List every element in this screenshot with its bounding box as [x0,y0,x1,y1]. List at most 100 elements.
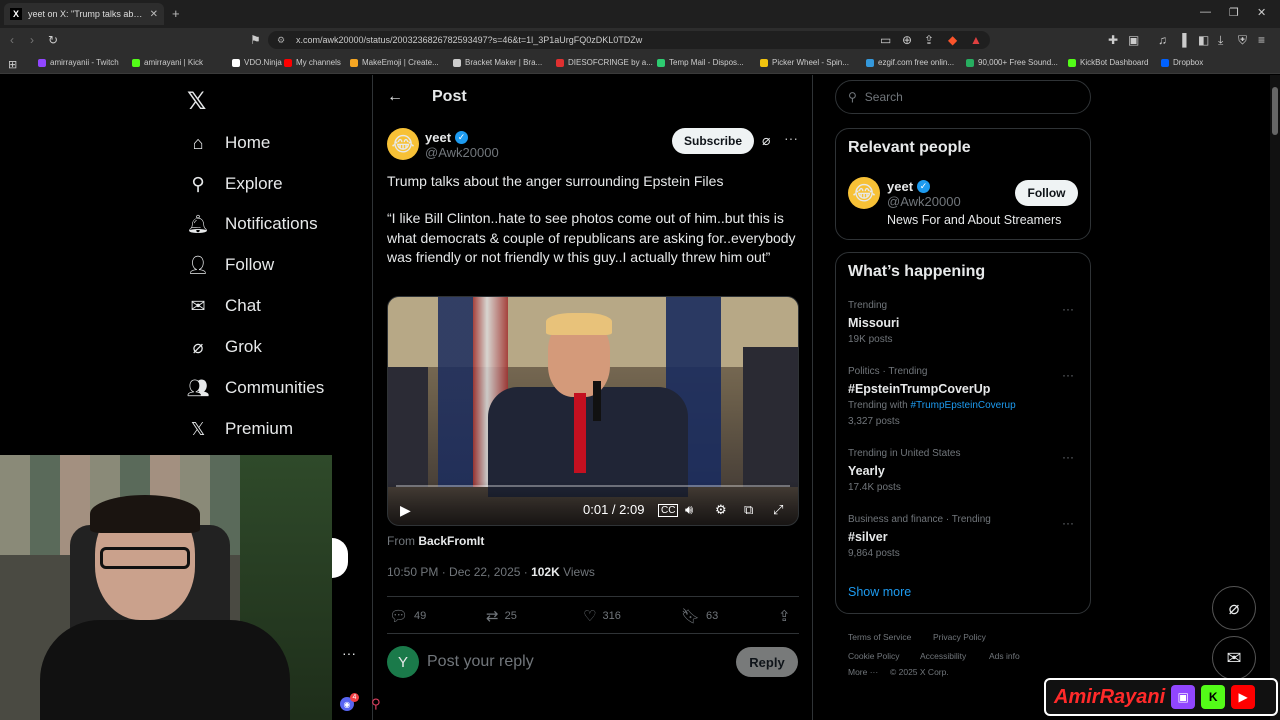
trend-more-icon[interactable]: ··· [1062,302,1074,316]
nav-item-notifications[interactable]: 🔔︎ Notifications [187,209,318,239]
bookmark-item[interactable]: Temp Mail - Dispos... [657,58,744,67]
browser-tab-bar: X yeet on X: "Trump talks about th ✕ + —… [0,0,1280,28]
trend-name[interactable]: #EpsteinTrumpCoverUp [848,382,990,396]
reply-button[interactable]: Reply [736,647,798,677]
vpn-icon[interactable]: ⛨ [1238,33,1247,48]
trend-more-icon[interactable]: ··· [1062,516,1074,530]
trend-more-icon[interactable]: ··· [1062,368,1074,382]
grok-icon[interactable]: ⌀ [762,132,770,149]
nav-item-explore[interactable]: ⚲ Explore [187,169,282,199]
trend-more-icon[interactable]: ··· [1062,450,1074,464]
back-arrow-icon[interactable]: ← [387,88,403,106]
nav-item-chat[interactable]: ✉ Chat [187,291,260,321]
page-scrollbar[interactable] [1270,75,1280,720]
grok-float-icon[interactable]: ⌀ [1212,586,1256,630]
bookmark-item[interactable]: Picker Wheel - Spin... [760,58,849,67]
brave-shield-icon[interactable]: ◆ [948,33,957,47]
nav-item-home[interactable]: ⌂ Home [187,128,271,158]
reply-input[interactable]: Post your reply [427,653,534,671]
author-handle[interactable]: @Awk20000 [425,145,499,160]
address-bar-row: ‹ › ↻ ⚑ ⚙ x.com/awk20000/status/20032368… [0,28,1280,52]
brave-rewards-icon[interactable]: ▲ [970,33,982,47]
post-timestamp[interactable]: 10:50 PM · Dec 22, 2025 · [387,565,531,579]
nav-item-communities[interactable]: 👥︎ Communities [187,373,325,403]
reply-action[interactable]: 💬︎ 49 [389,607,426,625]
menu-icon[interactable]: ≡ [1258,33,1265,47]
nav-item-grok[interactable]: ⌀ Grok [187,332,262,362]
scrollbar-thumb[interactable] [1272,87,1278,135]
bookmark-action[interactable]: 🔖︎ 63 [681,607,718,625]
cast-icon[interactable]: ▭ [880,33,891,47]
volume-icon[interactable]: 🔊︎ [685,502,693,518]
footer-link[interactable]: Cookie Policy [848,651,900,661]
maximize-icon[interactable]: ❐ [1229,6,1239,19]
bookmark-item[interactable]: My channels [284,58,341,67]
relevant-avatar[interactable]: 😂 [848,177,880,209]
bookmark-item[interactable]: Bracket Maker | Bra... [453,58,542,67]
sidebar-toggle-icon[interactable]: ▐ [1178,33,1187,47]
location-pin-icon[interactable]: ⚲ [371,696,381,712]
captions-icon[interactable]: CC [658,504,679,517]
bookmark-item[interactable]: ezgif.com free onlin... [866,58,954,67]
download-icon[interactable]: ⤓ [1218,33,1223,48]
author-avatar[interactable]: 😂 [387,128,419,160]
site-info-icon[interactable]: ⚙ [277,31,285,49]
wallet-icon[interactable]: ▣ [1128,33,1139,47]
footer-link[interactable]: Privacy Policy [933,632,986,642]
bookmark-item[interactable]: 90,000+ Free Sound... [966,58,1058,67]
account-more-icon[interactable]: ··· [342,645,356,661]
trend-name[interactable]: #silver [848,530,888,544]
footer-link[interactable]: Terms of Service [848,632,911,642]
reload-icon[interactable]: ↻ [48,33,58,47]
minimize-icon[interactable]: — [1200,6,1211,18]
picture-in-picture-icon[interactable]: ⧉ [744,502,753,518]
extensions-icon[interactable]: ✚ [1108,33,1118,47]
bookmark-item[interactable]: VDO.Ninja [232,58,282,67]
video-progress-bar[interactable] [396,485,790,487]
trend-name[interactable]: Missouri [848,316,899,330]
browser-tab[interactable]: X yeet on X: "Trump talks about th ✕ [4,3,164,25]
bookmark-item[interactable]: DIESOFCRINGE by a... [556,58,653,67]
close-tab-icon[interactable]: ✕ [150,9,158,20]
relevant-handle[interactable]: @Awk20000 [887,194,961,209]
footer-link[interactable]: Accessibility [920,651,966,661]
messages-float-icon[interactable]: ✉ [1212,636,1256,680]
close-window-icon[interactable]: ✕ [1257,6,1266,19]
reply-avatar[interactable]: Y [387,646,419,678]
fullscreen-icon[interactable]: ⤢ [773,502,783,518]
bookmark-item[interactable]: KickBot Dashboard [1068,58,1148,67]
nav-item-premium[interactable]: 𝕏 Premium [187,414,293,444]
zoom-icon[interactable]: ⊕ [902,33,912,47]
trend-name[interactable]: Yearly [848,464,885,478]
subscribe-button[interactable]: Subscribe [672,128,754,154]
bookmark-item[interactable]: amirrayanii - Twitch [38,58,119,67]
x-logo-icon[interactable]: 𝕏 [187,87,206,116]
media-icon[interactable]: ♫ [1158,33,1167,47]
footer-link[interactable]: Ads info [989,651,1020,661]
wallet-alt-icon[interactable]: ◧ [1198,33,1209,47]
like-action[interactable]: ♡ 316 [583,607,621,625]
settings-gear-icon[interactable]: ⚙ [715,502,727,518]
show-more-link[interactable]: Show more [848,585,911,599]
back-nav-icon[interactable]: ‹ [10,33,14,47]
bookmark-item[interactable]: amirrayani | Kick [132,58,203,67]
forward-nav-icon[interactable]: › [30,33,34,47]
play-icon[interactable]: ▶ [400,502,411,519]
follow-button[interactable]: Follow [1015,180,1078,206]
bookmark-item[interactable]: MakeEmoji | Create... [350,58,439,67]
video-player[interactable]: ▶ 0:01 / 2:09 CC 🔊︎ ⚙ ⧉ ⤢ [387,296,799,526]
from-source-link[interactable]: BackFromIt [418,534,484,548]
search-input[interactable]: ⚲ Search [835,80,1091,114]
more-options-icon[interactable]: ··· [784,130,798,146]
nav-item-follow[interactable]: 👤︎ Follow [187,250,275,280]
new-tab-icon[interactable]: + [172,6,180,21]
repost-action[interactable]: ⇄ 25 [486,607,517,625]
webcam-overlay [0,455,332,720]
footer-link[interactable]: More ··· [848,667,878,677]
share-icon[interactable]: ⇪ [924,33,934,47]
bookmark-item[interactable]: Dropbox [1161,58,1203,67]
apps-grid-icon[interactable]: ⊞ [8,58,17,71]
trend-with-link[interactable]: #TrumpEpsteinCoverup [910,400,1015,411]
bookmark-page-icon[interactable]: ⚑ [250,33,261,47]
share-action[interactable]: ⇪ [778,607,797,625]
